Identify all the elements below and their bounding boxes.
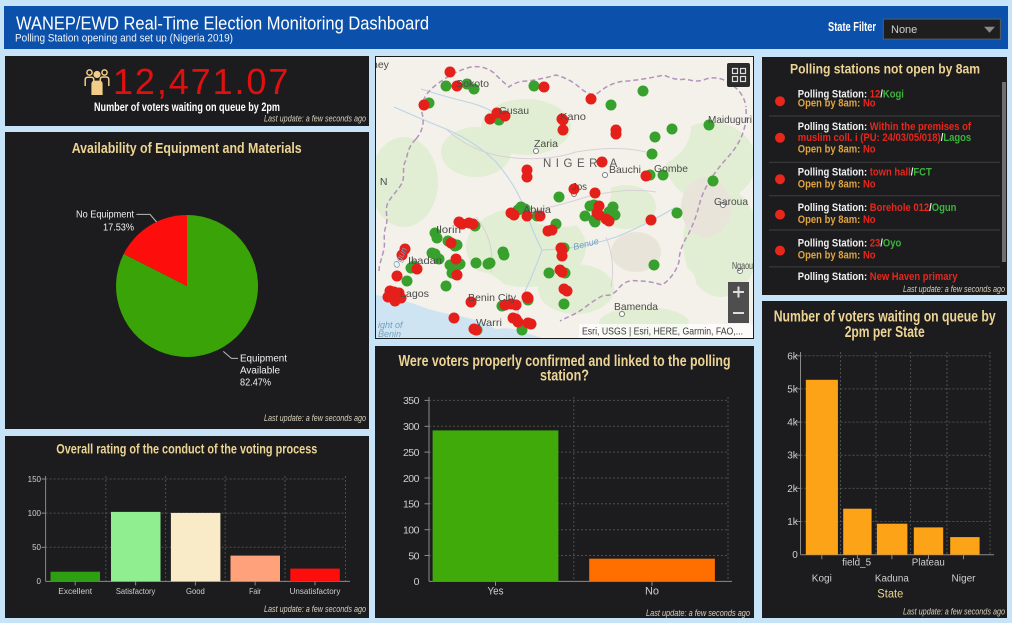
svg-text:Ilorin: Ilorin [436,224,461,236]
svg-text:Polling Station: Borehole 012/: Polling Station: Borehole 012/Ogun [798,203,957,215]
svg-text:Polling stations not open by 8: Polling stations not open by 8am [790,62,980,77]
svg-text:Last update: a few seconds ago: Last update: a few seconds ago [903,607,1005,618]
svg-text:station?: station? [540,367,589,384]
svg-text:2pm per State: 2pm per State [845,324,925,341]
svg-text:Kogi: Kogi [812,573,832,584]
svg-text:Maiduguri: Maiduguri [708,114,752,126]
svg-text:100: 100 [28,509,42,518]
svg-text:Benin: Benin [378,329,401,338]
svg-text:Lagos: Lagos [400,288,429,300]
svg-text:Gombe: Gombe [654,163,688,175]
svg-text:350: 350 [403,395,420,407]
svg-text:Last update: a few seconds ago: Last update: a few seconds ago [903,284,1005,295]
svg-text:3k: 3k [787,451,799,462]
svg-text:Warri: Warri [476,317,502,329]
svg-text:muslim coll. i (PU: 24/03/05/0: muslim coll. i (PU: 24/03/05/018)/Lagos [798,133,972,145]
svg-text:Last update: a few seconds ago: Last update: a few seconds ago [646,608,750,618]
svg-text:50: 50 [32,543,41,552]
svg-text:4k: 4k [787,418,799,429]
svg-text:Number of voters waiting on qu: Number of voters waiting on queue by 2pm [94,100,280,114]
svg-text:Zaria: Zaria [534,138,558,150]
svg-text:0: 0 [37,577,42,586]
svg-text:Esri, USGS | Esri, HERE, Garmi: Esri, USGS | Esri, HERE, Garmin, FAO,... [582,326,743,338]
svg-text:Open by 8am: No: Open by 8am: No [798,250,876,262]
svg-text:Open by 8am: No: Open by 8am: No [798,98,876,110]
svg-text:Excellent: Excellent [58,586,92,596]
svg-text:12,471.07: 12,471.07 [113,61,290,102]
svg-text:Ibadan: Ibadan [408,255,442,267]
svg-text:None: None [891,24,917,36]
svg-text:Polling Station: 23/Oyo: Polling Station: 23/Oyo [798,238,901,250]
svg-text:82.47%: 82.47% [240,378,271,389]
svg-text:Gusau: Gusau [499,105,529,117]
svg-text:State Filter: State Filter [828,20,876,34]
svg-text:5k: 5k [787,384,799,395]
svg-text:Available: Available [240,366,280,377]
svg-text:Last update: a few seconds ago: Last update: a few seconds ago [264,413,366,424]
svg-text:Polling Station: town hall/FCT: Polling Station: town hall/FCT [798,167,933,179]
svg-text:Open by 8am: No: Open by 8am: No [798,144,876,156]
svg-text:200: 200 [403,473,420,485]
svg-text:Polling Station: Within the pr: Polling Station: Within the premises of [798,121,972,133]
svg-text:Overall rating of the conduct: Overall rating of the conduct of the vot… [56,440,317,456]
svg-text:17.53%: 17.53% [103,223,134,234]
svg-text:250: 250 [403,447,420,459]
svg-text:Plateau: Plateau [912,557,945,568]
svg-text:Benin City: Benin City [468,292,517,304]
svg-text:I N: I N [376,176,387,188]
svg-text:Open by 8am: No: Open by 8am: No [798,179,876,191]
svg-text:0: 0 [414,576,420,588]
svg-text:Jos: Jos [572,181,587,193]
svg-text:0: 0 [792,550,798,561]
svg-text:NIGERIA: NIGERIA [543,158,622,170]
svg-text:150: 150 [403,499,420,511]
svg-text:150: 150 [28,475,42,484]
svg-text:Polling Station: New Haven pri: Polling Station: New Haven primary [798,272,958,284]
svg-text:1k: 1k [787,517,799,528]
svg-text:State: State [877,589,903,601]
svg-text:300: 300 [403,421,420,433]
svg-text:Yes: Yes [488,586,504,598]
svg-text:Last update: a few seconds ago: Last update: a few seconds ago [264,114,366,125]
svg-text:WANEP/EWD Real-Time Election M: WANEP/EWD Real-Time Election Monitoring … [16,13,429,34]
svg-text:Unsatisfactory: Unsatisfactory [290,586,341,596]
svg-text:Bamenda: Bamenda [614,301,658,313]
svg-text:Number of voters waiting on qu: Number of voters waiting on queue by [774,308,996,325]
svg-text:No: No [645,586,659,598]
svg-text:field_5: field_5 [842,557,871,568]
svg-text:6k: 6k [787,351,799,362]
svg-text:50: 50 [408,550,419,562]
svg-text:Polling Station opening and se: Polling Station opening and set up (Nige… [15,32,233,44]
svg-text:Good: Good [186,586,205,596]
svg-text:Sokoto: Sokoto [456,78,489,90]
svg-text:Equipment: Equipment [240,354,287,365]
svg-text:ney: ney [376,59,390,71]
svg-text:Kano: Kano [560,111,586,123]
svg-text:No Equipment: No Equipment [76,210,134,221]
svg-text:2k: 2k [787,484,799,495]
svg-text:Abuja: Abuja [523,204,551,216]
svg-text:Last update: a few seconds ago: Last update: a few seconds ago [264,604,366,615]
svg-text:Open by 8am: No: Open by 8am: No [798,214,876,226]
svg-text:Garoua: Garoua [714,196,748,208]
svg-text:Satisfactory: Satisfactory [116,586,156,596]
svg-text:Availability of Equipment and: Availability of Equipment and Materials [72,140,302,157]
svg-text:100: 100 [403,525,420,537]
svg-text:Fair: Fair [249,586,261,596]
svg-text:Kaduna: Kaduna [875,573,909,584]
svg-text:Niger: Niger [952,573,977,584]
svg-text:Ngaou: Ngaou [732,260,753,272]
